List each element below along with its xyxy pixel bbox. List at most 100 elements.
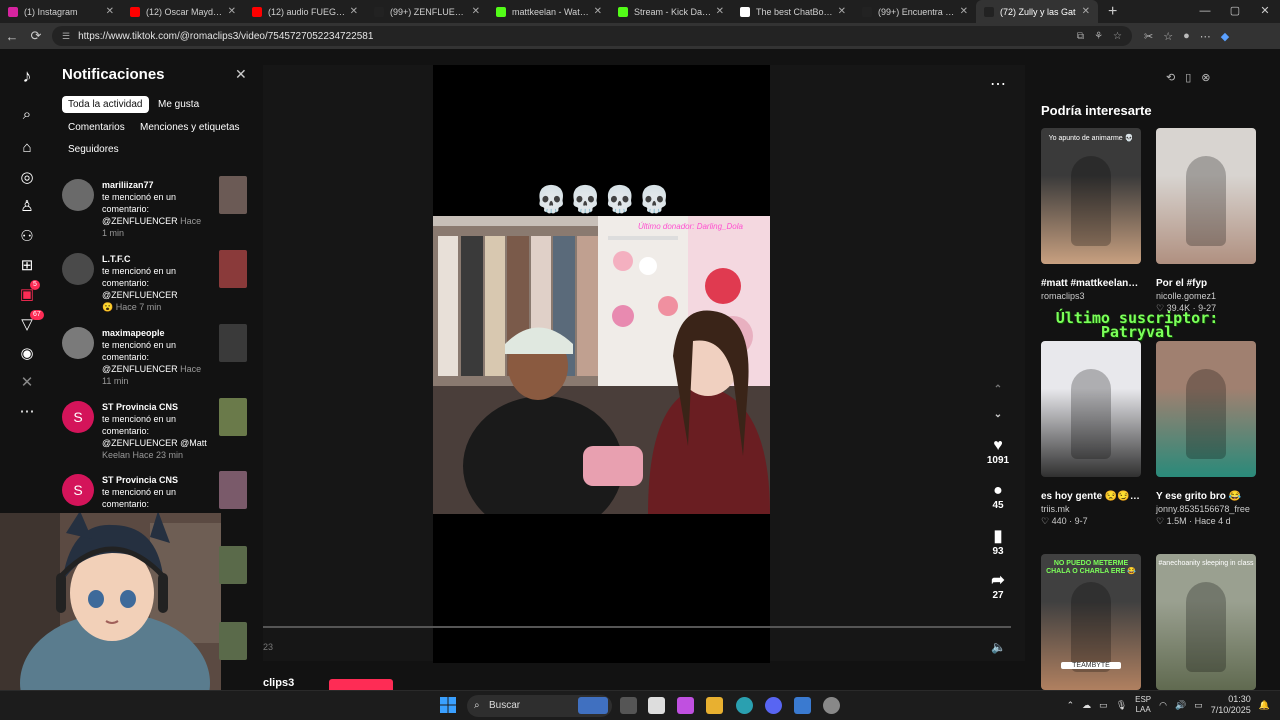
tab-close-icon[interactable]: ✕ — [838, 6, 846, 17]
extension-icon[interactable]: ✂ — [1144, 30, 1153, 43]
video-progress-bar[interactable] — [263, 626, 1011, 628]
recommended-video[interactable]: Por el #fyp nicolle.gomez1 ♡ 39.4K · 9-27 — [1156, 128, 1256, 314]
video-thumbnail[interactable]: #anechoanity sleeping in class — [1156, 554, 1256, 690]
onedrive-icon[interactable]: ☁ — [1082, 700, 1091, 711]
language-indicator[interactable]: ESP LAA — [1135, 695, 1151, 715]
translate-icon[interactable]: ⚘ — [1094, 31, 1103, 42]
next-video-icon[interactable]: ⌄ — [985, 409, 1011, 420]
close-icon[interactable]: ✕ — [235, 66, 247, 83]
more-options-icon[interactable]: ⋯ — [990, 74, 1006, 94]
video-author[interactable]: nicolle.gomez1 — [1156, 291, 1256, 302]
tab-close-icon[interactable]: ✕ — [106, 6, 114, 17]
notification-user[interactable]: mariliizan77 — [102, 179, 210, 191]
messages-icon[interactable]: ▣ 5 — [16, 280, 40, 306]
explore-icon[interactable]: ◎ — [16, 167, 38, 189]
battery-icon[interactable]: ▭ — [1194, 700, 1203, 711]
notification-user[interactable]: ST Provincia CNS — [102, 474, 210, 486]
back-icon[interactable]: ← — [0, 29, 24, 44]
tab-close-icon[interactable]: ✕ — [350, 6, 358, 17]
network-icon[interactable]: ▭ — [1099, 700, 1108, 711]
video-thumbnail[interactable] — [219, 546, 247, 584]
chip-likes[interactable]: Me gusta — [152, 96, 205, 113]
windows-start-icon[interactable] — [440, 697, 456, 713]
avatar[interactable]: S — [62, 474, 94, 506]
tab-close-icon[interactable]: ✕ — [1082, 6, 1090, 17]
save-button[interactable]: ▮ 93 — [985, 526, 1011, 557]
notification-user[interactable]: ST Provincia CNS — [102, 401, 210, 413]
chip-comments[interactable]: Comentarios — [62, 119, 131, 136]
browser-tab[interactable]: (12) Oscar Maydon x F ✕ — [122, 0, 244, 23]
file-explorer-icon[interactable] — [706, 697, 723, 714]
favorites-icon[interactable]: ☆ — [1163, 30, 1173, 43]
widget-icon[interactable] — [578, 697, 608, 714]
browser-tab[interactable]: (1) Instagram ✕ — [0, 0, 122, 23]
video-author[interactable]: romaclips3 — [1041, 291, 1141, 302]
avatar[interactable] — [62, 253, 94, 285]
minimize-icon[interactable]: — — [1190, 0, 1220, 23]
video-thumbnail[interactable]: NO PUEDO METERME CHALA O CHARLA ERE 😂 TEA… — [1041, 554, 1141, 690]
tab-close-icon[interactable]: ✕ — [594, 6, 602, 17]
video-frame[interactable]: Último donador: Darling_Dola — [433, 216, 770, 514]
edge-icon[interactable] — [736, 697, 753, 714]
address-bar[interactable]: ☰ https://www.tiktok.com/@romaclips3/vid… — [52, 26, 1132, 46]
wifi-icon[interactable]: ◠ — [1159, 700, 1167, 711]
browser-tab[interactable]: (72) Zully y las Gat ✕ — [976, 0, 1098, 23]
open-in-app-icon[interactable]: ⧉ — [1077, 31, 1084, 42]
site-info-icon[interactable]: ☰ — [62, 31, 70, 42]
activity-icon[interactable]: ▽ 67 — [16, 310, 44, 336]
video-thumbnail[interactable] — [219, 324, 247, 362]
search-icon[interactable]: ⌕ — [16, 104, 38, 126]
follow-button[interactable] — [329, 679, 393, 690]
profile-avatar-icon[interactable]: ◉ — [16, 343, 38, 365]
recommended-video[interactable]: es hoy gente 😒😏 (4pm hora peruana... trii… — [1041, 341, 1141, 527]
video-thumbnail[interactable] — [1041, 341, 1141, 477]
avatar[interactable] — [62, 179, 94, 211]
window-close-icon[interactable]: ✕ — [1250, 0, 1280, 23]
video-thumbnail[interactable] — [1156, 128, 1256, 264]
disable-icon[interactable]: ⊗ — [1201, 71, 1210, 84]
rotate-icon[interactable]: ⟲ — [1166, 71, 1175, 84]
video-author[interactable]: triis.mk — [1041, 504, 1141, 515]
live-studio-icon[interactable]: ✕ — [16, 372, 38, 394]
video-thumbnail[interactable] — [219, 176, 247, 214]
tab-close-icon[interactable]: ✕ — [472, 6, 480, 17]
maximize-icon[interactable]: ▢ — [1220, 0, 1250, 23]
video-author-handle[interactable]: clips3 — [263, 677, 294, 689]
chip-all-activity[interactable]: Toda la actividad — [62, 96, 149, 113]
tray-chevron-icon[interactable]: ⌃ — [1067, 700, 1075, 711]
video-thumbnail[interactable] — [219, 398, 247, 436]
clock[interactable]: 01:30 7/10/2025 — [1211, 694, 1251, 716]
new-tab-button[interactable]: + — [1098, 3, 1127, 21]
upload-icon[interactable]: ⊞ — [16, 255, 38, 277]
recommended-video[interactable]: Yo apunto de animarme 💀 #matt #mattkeelan… — [1041, 128, 1141, 302]
video-author[interactable]: jonny.8535156678_free — [1156, 504, 1256, 515]
browser-tab[interactable]: (99+) ZENFLUENCER (@ ✕ — [366, 0, 488, 23]
like-button[interactable]: ♥ 1091 — [985, 437, 1011, 466]
discord-icon[interactable] — [765, 697, 782, 714]
menu-icon[interactable]: ⋯ — [1200, 30, 1211, 43]
mic-icon[interactable]: 🎙 — [1116, 700, 1127, 711]
video-thumbnail[interactable] — [219, 622, 247, 660]
more-icon[interactable]: ⋯ — [16, 401, 38, 423]
comment-button[interactable]: ● 45 — [985, 482, 1011, 511]
store-icon[interactable] — [648, 697, 665, 714]
tiktok-logo-icon[interactable]: ♪ — [16, 65, 38, 87]
browser-tab[interactable]: The best ChatBot and ✕ — [732, 0, 854, 23]
notification-user[interactable]: L.T.F.C — [102, 253, 210, 265]
copilot-app-icon[interactable] — [677, 697, 694, 714]
share-button[interactable]: ➦ 27 — [985, 570, 1011, 601]
tab-close-icon[interactable]: ✕ — [716, 6, 724, 17]
avatar[interactable] — [62, 327, 94, 359]
recommended-video[interactable]: Y ese grito bro 😂 jonny.8535156678_free ♡ … — [1156, 341, 1256, 527]
tab-close-icon[interactable]: ✕ — [960, 6, 968, 17]
task-view-icon[interactable] — [620, 697, 637, 714]
copilot-icon[interactable]: ◆ — [1221, 30, 1229, 43]
browser-tab[interactable]: (99+) Encuentra 'QUE T ✕ — [854, 0, 976, 23]
device-icon[interactable]: ▯ — [1185, 71, 1191, 84]
video-thumbnail[interactable]: Yo apunto de animarme 💀 — [1041, 128, 1141, 264]
tab-close-icon[interactable]: ✕ — [228, 6, 236, 17]
recommended-video[interactable]: #anechoanity sleeping in class — [1156, 554, 1256, 690]
volume-icon[interactable]: 🔈 — [991, 640, 1006, 654]
notification-bell-icon[interactable]: 🔔 — [1259, 700, 1270, 711]
volume-tray-icon[interactable]: 🔊 — [1175, 700, 1186, 711]
